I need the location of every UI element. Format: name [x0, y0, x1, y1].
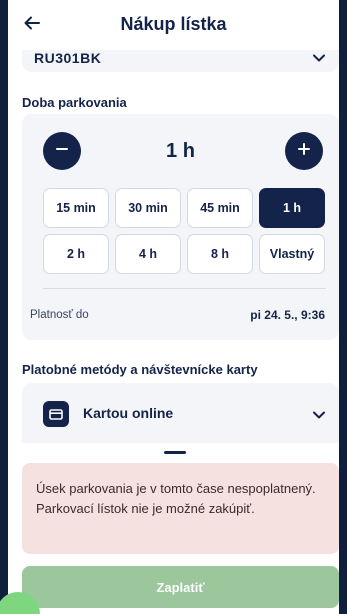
- duration-card: 1 h 15 min 30 min 45 min 1 h 2 h 4 h 8 h…: [22, 114, 339, 340]
- bottom-sheet-handle[interactable]: [164, 451, 186, 454]
- duration-option-8h[interactable]: 8 h: [187, 234, 253, 274]
- duration-option-15min[interactable]: 15 min: [43, 188, 109, 228]
- payment-method-label: Kartou online: [83, 405, 174, 421]
- app-header: Nákup lístka: [8, 0, 339, 50]
- credit-card-icon: [43, 401, 69, 427]
- unavailable-alert: Úsek parkovania je v tomto čase nespopla…: [22, 463, 339, 554]
- chevron-down-icon: [313, 406, 325, 424]
- duration-section-label: Doba parkovania: [22, 95, 127, 110]
- payment-section-label: Platobné metódy a návštevnícke karty: [22, 362, 258, 377]
- valid-until-label: Platnosť do: [30, 309, 89, 321]
- divider: [43, 288, 326, 289]
- valid-until-value: pi 24. 5., 9:36: [250, 308, 325, 322]
- duration-option-custom[interactable]: Vlastný: [259, 234, 325, 274]
- duration-option-2h[interactable]: 2 h: [43, 234, 109, 274]
- pay-button[interactable]: Zaplatiť: [22, 566, 339, 608]
- increase-duration-button[interactable]: [285, 132, 323, 170]
- alert-message: Úsek parkovania je v tomto čase nespopla…: [36, 481, 316, 516]
- payment-method-selector[interactable]: Kartou online: [22, 383, 339, 443]
- chevron-down-icon: [313, 49, 325, 67]
- plus-icon: [297, 142, 311, 161]
- duration-option-4h[interactable]: 4 h: [115, 234, 181, 274]
- vehicle-plate: RU301BK: [34, 50, 102, 66]
- duration-option-45min[interactable]: 45 min: [187, 188, 253, 228]
- page-title: Nákup lístka: [120, 14, 227, 34]
- duration-option-30min[interactable]: 30 min: [115, 188, 181, 228]
- duration-option-1h[interactable]: 1 h: [259, 188, 325, 228]
- ticket-purchase-sheet: RU301BK Doba parkovania 1 h 15 min 30 mi…: [8, 0, 339, 614]
